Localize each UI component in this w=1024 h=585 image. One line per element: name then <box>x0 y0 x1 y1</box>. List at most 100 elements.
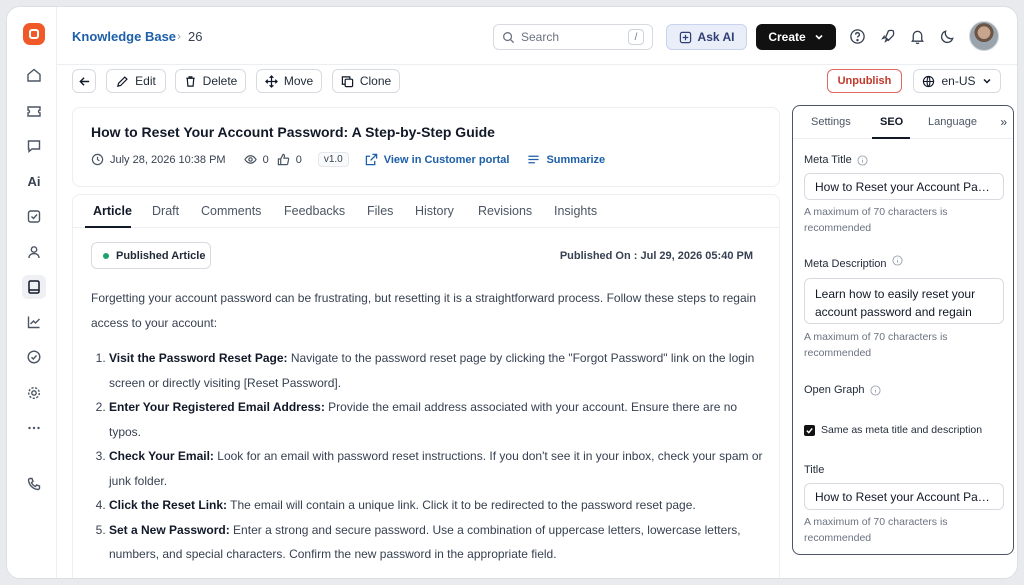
ticket-icon[interactable] <box>22 99 46 123</box>
rocket-icon[interactable] <box>877 26 897 46</box>
edit-button[interactable]: Edit <box>106 69 166 93</box>
chat-icon[interactable] <box>22 134 46 158</box>
breadcrumb-root[interactable]: Knowledge Base <box>72 29 176 44</box>
left-nav-rail: Ai <box>7 7 57 578</box>
info-icon[interactable] <box>857 154 868 166</box>
tab-settings[interactable]: Settings <box>811 116 851 128</box>
meta-description-textarea[interactable]: Learn how to easily reset your account p… <box>804 278 1004 324</box>
article-meta: July 28, 2026 10:38 PM 0 0 v1.0 View in … <box>91 152 605 167</box>
og-title-input[interactable]: How to Reset your Account Password <box>804 483 1004 510</box>
seo-side-panel: Settings SEO Language » Meta Title How t… <box>792 105 1014 555</box>
tab-language[interactable]: Language <box>928 116 977 128</box>
eye-icon <box>243 155 257 164</box>
tab-insights[interactable]: Insights <box>554 204 597 218</box>
create-button[interactable]: Create <box>756 24 836 50</box>
steps-list: Visit the Password Reset Page: Navigate … <box>109 346 763 567</box>
app-window: Ai Knowledge Base › 26 Search / Ask AI C… <box>6 6 1018 579</box>
copy-icon <box>341 75 354 87</box>
user-avatar[interactable] <box>969 21 999 51</box>
view-in-portal-link[interactable]: View in Customer portal <box>384 154 510 166</box>
og-title-label: Title <box>804 464 825 476</box>
tab-files[interactable]: Files <box>367 204 393 218</box>
tab-comments[interactable]: Comments <box>201 204 261 218</box>
phone-icon[interactable] <box>22 472 46 496</box>
language-select[interactable]: en-US <box>913 69 1001 93</box>
checkbox-checked-icon[interactable] <box>804 424 815 436</box>
search-placeholder: Search <box>521 30 560 44</box>
pencil-icon <box>117 75 128 87</box>
contacts-icon[interactable] <box>22 240 46 264</box>
open-graph-label: Open Graph <box>804 384 881 396</box>
published-on-date: Published On : Jul 29, 2026 05:40 PM <box>559 250 753 262</box>
article-toolbar: Edit Delete Move Clone Unpublish en-US <box>57 65 1017 109</box>
ai-icon[interactable]: Ai <box>22 169 46 193</box>
breadcrumb-chevron-icon: › <box>177 29 181 43</box>
summarize-button[interactable]: Summarize <box>546 154 605 166</box>
top-bar: Knowledge Base › 26 Search / Ask AI Crea… <box>57 7 1017 65</box>
list-item: Set a New Password: Enter a strong and s… <box>109 518 763 567</box>
unpublish-button[interactable]: Unpublish <box>827 69 902 93</box>
check-circle-icon[interactable] <box>22 345 46 369</box>
article-intro: Forgetting your account password can be … <box>91 291 756 330</box>
meta-description-label: Meta Description <box>804 254 903 270</box>
expand-panel-icon[interactable]: » <box>1000 115 1007 129</box>
article-content-card: Article Draft Comments Feedbacks Files H… <box>72 194 780 578</box>
article-tabs: Article Draft Comments Feedbacks Files H… <box>73 195 779 228</box>
tab-seo[interactable]: SEO <box>880 116 903 128</box>
tab-history[interactable]: History <box>415 204 454 218</box>
list-item: Check Your Email: Look for an email with… <box>109 444 763 493</box>
tab-revisions[interactable]: Revisions <box>478 204 532 218</box>
version-badge: v1.0 <box>317 152 349 167</box>
thumbs-up-icon[interactable] <box>277 153 290 166</box>
summarize-lines-icon <box>528 155 540 164</box>
like-count: 0 <box>295 153 302 166</box>
view-count: 0 <box>262 153 269 166</box>
ask-ai-button[interactable]: Ask AI <box>666 24 747 50</box>
clone-button[interactable]: Clone <box>332 69 400 93</box>
active-tab-indicator <box>85 226 131 228</box>
tasks-icon[interactable] <box>22 204 46 228</box>
list-item: Enter Your Registered Email Address: Pro… <box>109 395 763 444</box>
clock-icon <box>91 153 104 166</box>
globe-icon <box>923 75 935 87</box>
meta-title-hint: A maximum of 70 characters is recommende… <box>804 206 948 234</box>
info-icon[interactable] <box>870 384 881 396</box>
breadcrumb-current: 26 <box>188 29 203 44</box>
tab-feedbacks[interactable]: Feedbacks <box>284 204 345 218</box>
arrow-left-icon <box>78 76 89 86</box>
chevron-down-icon <box>815 34 823 40</box>
published-status-dot <box>103 252 109 259</box>
more-icon[interactable] <box>22 416 46 440</box>
chevron-down-icon <box>982 78 991 84</box>
search-shortcut: / <box>628 29 644 45</box>
tab-draft[interactable]: Draft <box>152 204 179 218</box>
delete-button[interactable]: Delete <box>175 69 246 93</box>
move-arrows-icon <box>264 74 278 88</box>
settings-gear-icon[interactable] <box>22 381 46 405</box>
meta-title-input[interactable]: How to Reset your Account Password <box>804 173 1004 200</box>
side-panel-tabs: Settings SEO Language » <box>793 106 1013 139</box>
app-logo[interactable] <box>23 23 45 45</box>
help-icon[interactable] <box>847 26 867 46</box>
tab-article[interactable]: Article <box>93 204 132 218</box>
dark-mode-moon-icon[interactable] <box>937 26 957 46</box>
move-button[interactable]: Move <box>256 69 322 93</box>
back-button[interactable] <box>72 69 96 93</box>
trash-icon <box>185 75 195 87</box>
article-header-card: How to Reset Your Account Password: A St… <box>72 107 780 187</box>
status-badge: Published Article <box>91 242 211 269</box>
search-icon <box>503 31 515 43</box>
meta-title-label: Meta Title <box>804 154 868 166</box>
og-title-hint: A maximum of 70 characters is recommende… <box>804 516 948 544</box>
external-link-icon <box>365 153 377 166</box>
same-as-meta-checkbox[interactable]: Same as meta title and description <box>804 424 982 436</box>
article-title: How to Reset Your Account Password: A St… <box>91 124 495 140</box>
home-icon[interactable] <box>22 63 46 87</box>
info-icon[interactable] <box>892 254 903 266</box>
search-input[interactable]: Search / <box>493 24 653 50</box>
notification-bell-icon[interactable] <box>907 26 927 46</box>
knowledge-base-icon[interactable] <box>22 275 46 299</box>
reports-icon[interactable] <box>22 310 46 334</box>
article-body: Forgetting your account password can be … <box>91 286 763 567</box>
article-date: July 28, 2026 10:38 PM <box>110 153 226 166</box>
